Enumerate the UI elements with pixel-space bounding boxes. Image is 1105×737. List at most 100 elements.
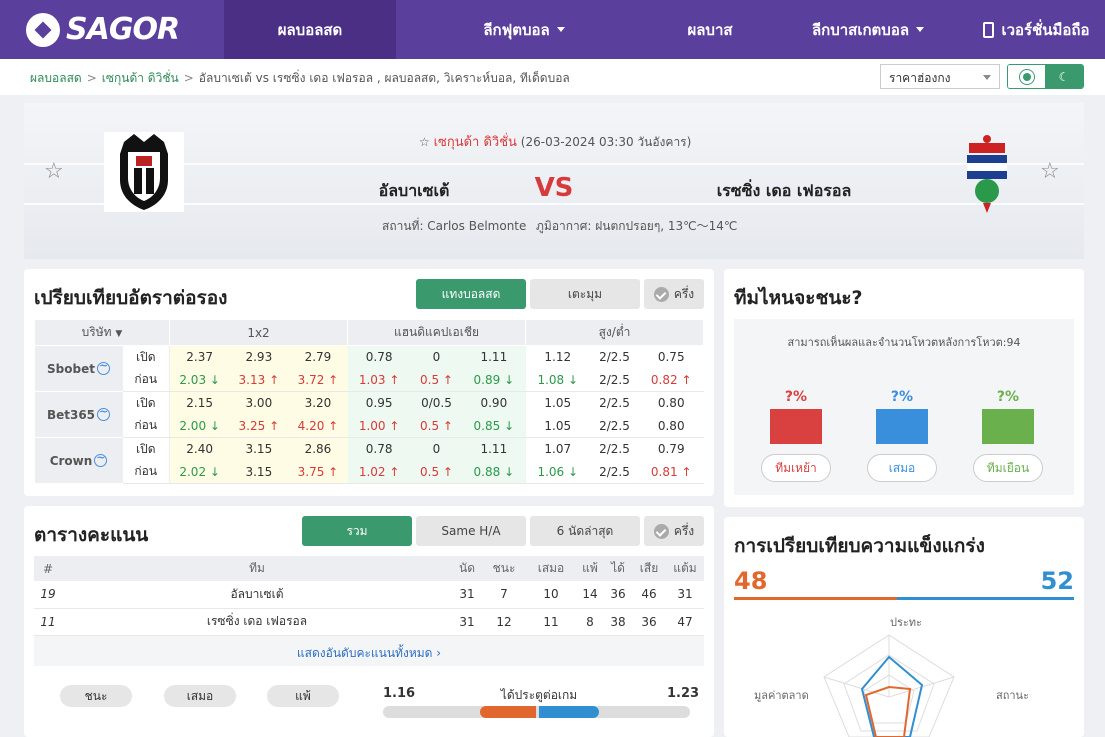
odds-open-cell: 2.37	[169, 345, 230, 369]
tab-standings-all[interactable]: รวม	[302, 516, 412, 546]
odds-panel-title: เปรียบเทียบอัตราต่อรอง	[34, 287, 228, 309]
dark-mode-button[interactable]: ☾	[1045, 65, 1083, 88]
strength-radar-chart	[823, 634, 955, 737]
odds-open-cell: 0.75	[638, 345, 704, 369]
phone-icon	[983, 21, 995, 38]
trend-icon[interactable]	[94, 451, 108, 467]
favorite-league-star-icon[interactable]: ☆	[419, 135, 430, 149]
odds-company[interactable]: Sbobet	[34, 345, 123, 392]
standings-cell: 38	[604, 608, 632, 636]
odds-pre-cell: 0.81	[638, 460, 704, 484]
light-mode-button[interactable]	[1008, 65, 1046, 88]
odds-open-cell: 2/2.5	[590, 437, 639, 461]
show-all-standings-link[interactable]: แสดงอันดับคะแนนทั้งหมด ›	[34, 636, 704, 666]
vote-description: สามารถเห็นผลและจำนวนโหวตหลังการโหวต:94	[787, 336, 1021, 349]
vote-away-bar	[982, 409, 1034, 444]
tab-half[interactable]: ครึ่ง	[644, 279, 704, 309]
odds-open-cell: 1.11	[462, 345, 526, 369]
odds-open-cell: 0.79	[638, 437, 704, 461]
standings-panel: ตารางคะแนน รวม Same H/A 6 นัดล่าสุด ครึ่…	[24, 506, 714, 737]
odds-pre-cell: 0.5	[410, 460, 463, 484]
match-weather: ภูมิอากาศ: ฝนตกปรอยๆ, 13℃～14℃	[536, 219, 738, 233]
table-row[interactable]: 11 เรซซิ่ง เดอ เฟอรอล 31 12 11 8 38 36 47	[34, 608, 704, 636]
vote-home-button[interactable]: ทีมเหย้า	[761, 454, 831, 482]
breadcrumb-current: อัลบาเซเต้ vs เรซซิ่ง เดอ เฟอรอล , ผลบอล…	[198, 71, 570, 85]
favorite-away-star-icon[interactable]: ☆	[1040, 159, 1060, 184]
odds-company[interactable]: Bet365	[34, 391, 123, 438]
odds-open-cell: 1.11	[462, 437, 526, 461]
table-row[interactable]: 19 อัลบาเซเต้ 31 7 10 14 36 46 31	[34, 581, 704, 609]
home-team-name[interactable]: อัลบาเซเต้	[314, 179, 514, 204]
odds-format-select[interactable]: ราคาฮ่องกง	[880, 64, 1000, 89]
chevron-right-icon: ›	[436, 646, 442, 660]
tab-corners[interactable]: เตะมุม	[530, 279, 640, 309]
trend-icon[interactable]	[97, 405, 111, 421]
theme-toggle[interactable]: ☾	[1007, 64, 1084, 89]
odds-header-company[interactable]: บริษัท ▼	[34, 319, 170, 346]
odds-pre-cell: 3.15	[229, 460, 289, 484]
breadcrumb: ผลบอลสด > เซกุนด้า ดิวิชั่น > อัลบาเซเต้ vs …	[30, 71, 570, 85]
odds-pre-cell: 0.80	[638, 414, 704, 438]
odds-row-open: Crownเปิด2.403.152.860.7801.111.072/2.50…	[34, 437, 704, 484]
goals-per-game-label: ได้ประตูต่อเกม	[500, 688, 578, 702]
nav-item-basketball-results[interactable]: ผลบาส	[652, 0, 768, 59]
vote-draw-button[interactable]: เสมอ	[867, 454, 937, 482]
goals-home-value: 1.16	[383, 686, 416, 701]
nav-item-football-leagues[interactable]: ลีกฟุตบอล	[396, 0, 652, 59]
trend-icon[interactable]	[96, 359, 110, 375]
odds-open-cell: 0.80	[638, 391, 704, 415]
goals-away-bar	[538, 706, 599, 718]
odds-pre-cell: 0.89	[462, 368, 526, 392]
odds-pre-cell: 1.02	[347, 460, 411, 484]
odds-pre-cell: 2.00	[169, 414, 230, 438]
tab-live-betting[interactable]: แทงบอลสด	[416, 279, 526, 309]
odds-open-cell: 2.93	[229, 345, 289, 369]
odds-header-handicap: แฮนดิแคปเอเชีย	[347, 319, 526, 346]
nav-item-mobile-version[interactable]: เวอร์ชั่นมือถือ	[968, 0, 1105, 59]
nav-item-basketball-leagues[interactable]: ลีกบาสเกตบอล	[768, 0, 968, 59]
standings-cell: 8	[576, 608, 604, 636]
away-team-name[interactable]: เรซซิ่ง เดอ เฟอรอล	[664, 179, 904, 204]
odds-open-cell: 0.78	[347, 437, 411, 461]
vote-panel-title: ทีมไหนจะชนะ?	[734, 287, 863, 309]
odds-comparison-panel: เปรียบเทียบอัตราต่อรอง แทงบอลสด เตะมุม ค…	[24, 269, 714, 496]
odds-pre-cell: 2.03	[169, 368, 230, 392]
check-icon	[653, 523, 669, 539]
filter-draw-pill[interactable]: เสมอ	[164, 685, 236, 707]
odds-pre-cell: 0.5	[410, 368, 463, 392]
standings-cell: 7	[482, 581, 526, 609]
chevron-down-icon	[983, 75, 991, 80]
favorite-home-star-icon[interactable]: ☆	[44, 159, 64, 184]
odds-pre-cell: 2/2.5	[590, 368, 639, 392]
standings-cell: 31	[452, 608, 482, 636]
odds-pre-cell: 3.13	[229, 368, 289, 392]
nav-item-live-scores[interactable]: ผลบอลสด	[224, 0, 396, 59]
vote-away-button[interactable]: ทีมเยือน	[973, 454, 1043, 482]
odds-row-pre: ก่อน2.003.254.201.000.50.851.052/2.50.80	[35, 414, 704, 438]
odds-open-cell: 3.00	[229, 391, 289, 415]
filter-win-pill[interactable]: ชนะ	[60, 685, 132, 707]
match-header: ☆ ☆ เซกุนด้า ดิวิชั่น (26-03-2024 03:30 …	[24, 103, 1084, 259]
check-icon	[653, 286, 669, 302]
strength-home-value: 48	[734, 567, 768, 595]
breadcrumb-league[interactable]: เซกุนด้า ดิวิชั่น	[102, 71, 179, 85]
vote-box: สามารถเห็นผลและจำนวนโหวตหลังการโหวต:94 ?…	[734, 319, 1074, 495]
odds-pre-cell: 3.72	[288, 368, 348, 392]
odds-pre-cell: 0.5	[410, 414, 463, 438]
match-league[interactable]: เซกุนด้า ดิวิชั่น	[434, 135, 517, 150]
odds-company[interactable]: Crown	[34, 437, 123, 484]
radar-axis-form: สถานะ	[996, 689, 1029, 702]
odds-open-cell: 1.05	[525, 391, 591, 415]
odds-open-cell: 0/0.5	[410, 391, 463, 415]
breadcrumb-home[interactable]: ผลบอลสด	[30, 71, 82, 85]
tab-standings-half[interactable]: ครึ่ง	[644, 516, 704, 546]
tab-same-ha[interactable]: Same H/A	[416, 516, 526, 546]
site-logo[interactable]: SAGOR	[0, 0, 224, 59]
odds-open-cell: 2.15	[169, 391, 230, 415]
filter-loss-pill[interactable]: แพ้	[267, 685, 339, 707]
odds-pre-cell: 1.00	[347, 414, 411, 438]
tab-last-6[interactable]: 6 นัดล่าสุด	[530, 516, 640, 546]
odds-pre-cell: 0.88	[462, 460, 526, 484]
odds-open-cell: 2.86	[288, 437, 348, 461]
odds-open-cell: 2/2.5	[590, 391, 639, 415]
